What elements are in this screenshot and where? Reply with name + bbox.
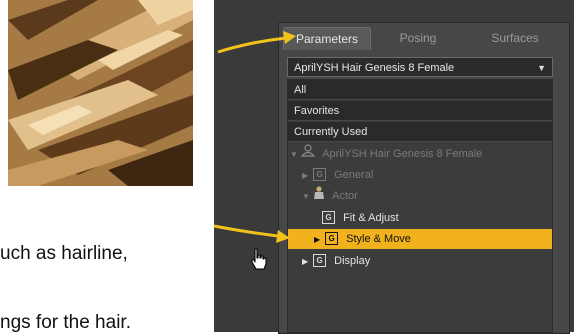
hair-texture-image	[8, 0, 193, 186]
expand-triangle-icon[interactable]: ▼	[290, 145, 298, 165]
node-selector-dropdown[interactable]: AprilYSH Hair Genesis 8 Female ▼	[287, 57, 553, 77]
group-icon: G	[325, 231, 339, 245]
filter-favorites[interactable]: Favorites	[288, 101, 552, 121]
actor-figure-icon	[313, 186, 325, 206]
group-icon: G	[322, 210, 335, 224]
tree-node-actor[interactable]: ▼ Actor	[288, 186, 552, 206]
tree-node-label: Fit & Adjust	[343, 212, 399, 225]
filter-all[interactable]: All	[288, 80, 552, 100]
document-text-line: ngs for the hair.	[0, 312, 131, 333]
tree-node-label: General	[334, 169, 374, 182]
collapse-triangle-icon[interactable]: ▶	[314, 230, 322, 250]
hand-cursor-icon	[251, 248, 267, 270]
tab-parameters[interactable]: Parameters	[283, 27, 371, 50]
parameters-pane: Parameters Posing Surfaces AprilYSH Hair…	[214, 0, 574, 334]
figure-outline-icon	[300, 144, 316, 164]
tab-posing[interactable]: Posing	[383, 27, 453, 49]
tree-node-label: Actor	[332, 190, 358, 203]
dropdown-value: AprilYSH Hair Genesis 8 Female	[294, 62, 455, 74]
tree-node-root[interactable]: ▼ AprilYSH Hair Genesis 8 Female	[288, 144, 552, 164]
tree-node-style-move[interactable]: ▶ G Style & Move	[288, 229, 552, 249]
chevron-down-icon[interactable]: ▼	[537, 58, 546, 78]
expand-triangle-icon[interactable]: ▼	[302, 187, 310, 207]
tab-surfaces[interactable]: Surfaces	[475, 27, 555, 49]
group-icon: G	[313, 253, 327, 267]
tree-node-fit-adjust[interactable]: G Fit & Adjust	[288, 208, 552, 228]
tree-node-general[interactable]: ▶ G General	[288, 165, 552, 185]
filter-currently-used[interactable]: Currently Used	[288, 122, 552, 142]
collapse-triangle-icon[interactable]: ▶	[302, 166, 310, 186]
group-icon: G	[313, 167, 327, 181]
pane-body: Parameters Posing Surfaces AprilYSH Hair…	[278, 22, 570, 334]
tree-node-label: Style & Move	[346, 233, 411, 246]
collapse-triangle-icon[interactable]: ▶	[302, 252, 310, 272]
tab-bar: Parameters Posing Surfaces	[279, 27, 569, 50]
tree-node-display[interactable]: ▶ G Display	[288, 251, 552, 271]
parameter-tree: All Favorites Currently Used ▼ AprilYSH …	[287, 79, 553, 333]
tree-node-label: AprilYSH Hair Genesis 8 Female	[322, 148, 483, 161]
tree-node-label: Display	[334, 255, 371, 268]
document-text-line: uch as hairline,	[0, 243, 128, 264]
